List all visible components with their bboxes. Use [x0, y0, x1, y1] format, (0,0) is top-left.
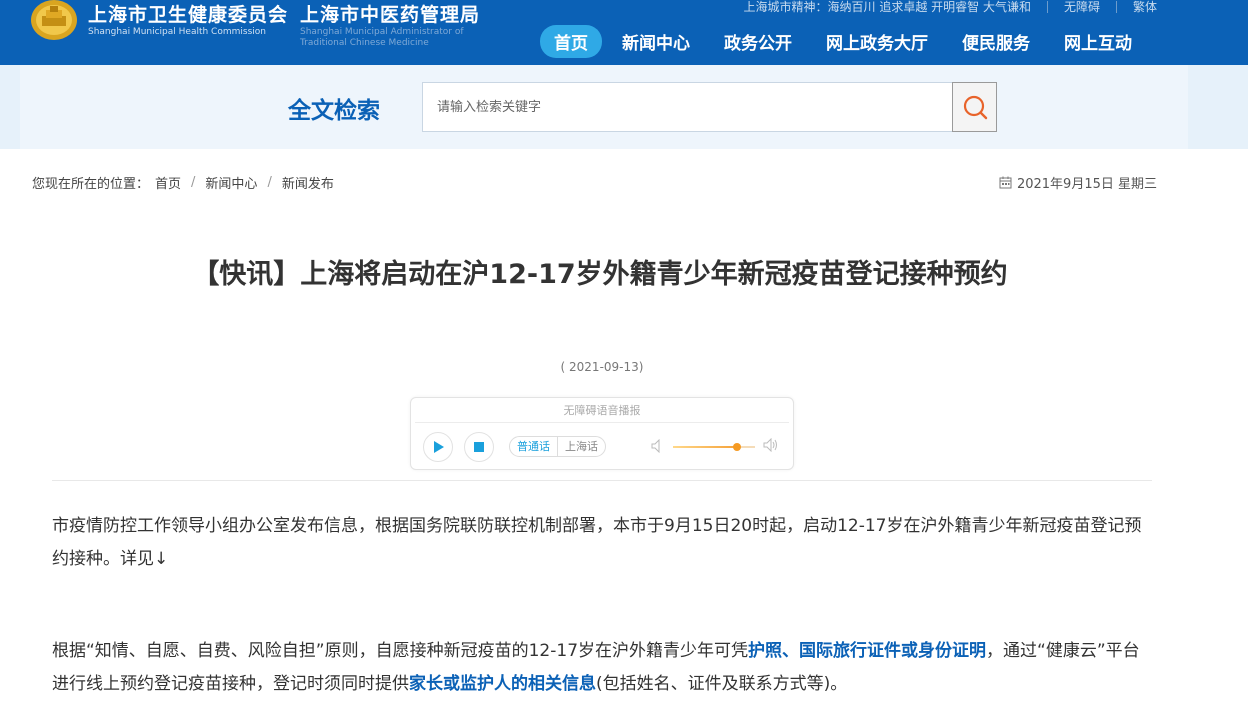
accessibility-link[interactable]: 无障碍: [1064, 0, 1100, 15]
breadcrumb-separator: /: [267, 175, 272, 190]
article-paragraph-2: 根据“知情、自愿、自费、风险自担”原则，自愿接种新冠疫苗的12-17岁在沪外籍青…: [52, 635, 1156, 701]
search-input[interactable]: [422, 82, 954, 132]
logo-icon[interactable]: [30, 0, 78, 40]
divider: [415, 422, 789, 423]
nav-item-interaction[interactable]: 网上互动: [1050, 25, 1146, 58]
main-nav: 首页 新闻中心 政务公开 网上政务大厅 便民服务 网上互动: [540, 25, 1152, 58]
audio-player: 无障碍语音播报 普通话 上海话: [410, 397, 794, 470]
breadcrumb-separator: /: [191, 175, 196, 190]
article-paragraph-1: 市疫情防控工作领导小组办公室发布信息，根据国务院联防联控机制部署，本市于9月15…: [52, 516, 1142, 569]
breadcrumb-news-release[interactable]: 新闻发布: [282, 173, 334, 192]
volume-handle[interactable]: [732, 443, 741, 451]
dialect-mandarin[interactable]: 普通话: [510, 437, 557, 456]
play-icon: [434, 441, 444, 453]
article-divider: [52, 480, 1152, 481]
org-name[interactable]: 上海市卫生健康委员会: [88, 0, 288, 27]
nav-item-online-services[interactable]: 网上政务大厅: [812, 25, 942, 58]
paragraph-text: (包括姓名、证件及联系方式等)。: [596, 674, 848, 694]
breadcrumb-home[interactable]: 首页: [155, 173, 181, 192]
search-button[interactable]: [952, 82, 997, 132]
divider: [1115, 0, 1117, 13]
org2-name-en: Shanghai Municipal Administrator of Trad…: [300, 27, 464, 48]
audio-player-label: 无障碍语音播报: [563, 404, 641, 417]
volume-low-icon[interactable]: [651, 439, 665, 453]
org2-name[interactable]: 上海市中医药管理局: [300, 0, 480, 27]
org-name-en: Shanghai Municipal Health Commission: [88, 27, 266, 37]
search-title: 全文检索: [288, 98, 380, 124]
calendar-icon: [999, 176, 1012, 189]
stop-button[interactable]: [464, 432, 494, 462]
nav-item-home[interactable]: 首页: [540, 25, 602, 58]
site-header: 上海市卫生健康委员会 Shanghai Municipal Health Com…: [0, 0, 1248, 65]
nav-item-news[interactable]: 新闻中心: [608, 25, 704, 58]
search-icon: [963, 95, 987, 120]
top-utility-bar: 上海城市精神：海纳百川 追求卓越 开明睿智 大气谦和 无障碍 繁体: [744, 0, 1157, 15]
article-title: 【快讯】上海将启动在沪12-17岁外籍青少年新冠疫苗登记接种预约: [192, 259, 1008, 290]
volume-fill: [673, 446, 737, 448]
divider: [1046, 0, 1048, 13]
current-date-text: 2021年9月15日 星期三: [1016, 177, 1157, 192]
dialect-toggle: 普通话 上海话: [509, 436, 606, 457]
breadcrumb-news-center[interactable]: 新闻中心: [205, 173, 257, 192]
highlight-id-documents: 护照、国际旅行证件或身份证明: [748, 641, 987, 661]
city-spirit-text: 上海城市精神：海纳百川 追求卓越 开明睿智 大气谦和: [743, 0, 1031, 14]
highlight-guardian-info: 家长或监护人的相关信息: [409, 674, 596, 694]
play-button[interactable]: [423, 432, 453, 462]
search-band: 全文检索: [0, 65, 1248, 149]
current-date: 2021年9月15日 星期三: [999, 173, 1157, 192]
nav-item-gov-info[interactable]: 政务公开: [710, 25, 806, 58]
publish-date: ( 2021-09-13): [560, 360, 644, 374]
breadcrumb-lead: 您现在所在的位置：: [32, 177, 150, 192]
breadcrumb: 您现在所在的位置： 首页 / 新闻中心 / 新闻发布: [32, 173, 334, 192]
stop-icon: [474, 442, 484, 452]
volume-slider[interactable]: [673, 443, 755, 451]
dialect-shanghainese[interactable]: 上海话: [557, 437, 605, 456]
volume-high-icon[interactable]: [763, 438, 779, 452]
traditional-chinese-link[interactable]: 繁体: [1133, 0, 1157, 15]
nav-item-public-services[interactable]: 便民服务: [948, 25, 1044, 58]
paragraph-text: 根据“知情、自愿、自费、风险自担”原则，自愿接种新冠疫苗的12-17岁在沪外籍青…: [52, 641, 749, 661]
